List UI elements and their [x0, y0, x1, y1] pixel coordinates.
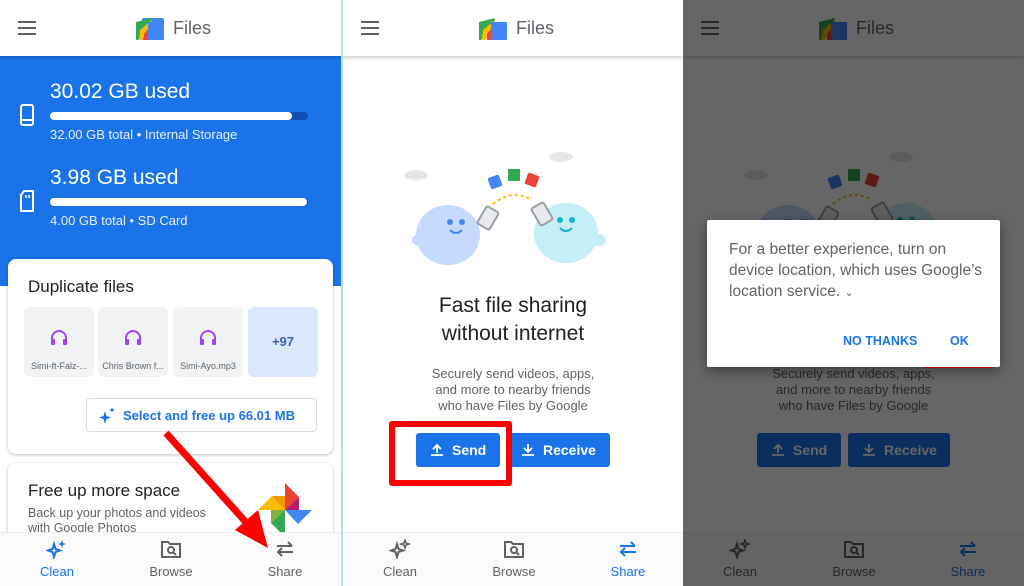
no-thanks-button[interactable]: NO THANKS: [843, 334, 917, 348]
receive-button[interactable]: Receive: [507, 433, 610, 467]
send-highlight-annotation: [389, 421, 512, 486]
menu-icon[interactable]: [361, 21, 379, 35]
share-subtitle-line: who have Files by Google: [438, 398, 588, 413]
folder-search-icon: [504, 541, 524, 558]
nav-browse[interactable]: Browse: [457, 533, 571, 586]
dialog-message-text: For a better experience, turn on device …: [729, 241, 983, 300]
nav-share-label: Share: [610, 564, 646, 579]
app-title: Files: [516, 18, 555, 38]
bottom-nav: Clean Browse Share: [343, 532, 683, 586]
share-title: Fast file sharing without internet: [343, 292, 683, 348]
file-sharing-illustration: [404, 152, 606, 265]
app-bar: Files: [343, 0, 683, 56]
swap-arrows-icon: [619, 541, 636, 557]
nav-browse-label: Browse: [492, 564, 536, 579]
share-title-line-1: Fast file sharing: [438, 294, 588, 317]
dialog-message: For a better experience, turn on device …: [729, 239, 989, 304]
nav-clean[interactable]: Clean: [343, 533, 457, 586]
ok-button[interactable]: OK: [950, 334, 969, 348]
share-subtitle-line: and more to nearby friends: [435, 382, 591, 397]
nav-clean-label: Clean: [383, 564, 417, 579]
red-arrow-annotation: [163, 430, 268, 548]
panel-share: Files Fast file sharing without internet…: [341, 0, 683, 586]
nav-share[interactable]: Share: [571, 533, 683, 586]
share-subtitle: Securely send videos, apps, and more to …: [343, 366, 683, 414]
share-title-line-2: without internet: [441, 322, 585, 345]
panel-clean: Files 30.02 GB used 32.00 GB total • Int…: [0, 0, 341, 586]
receive-label: Receive: [543, 442, 596, 458]
download-icon: [522, 444, 534, 456]
location-dialog: For a better experience, turn on device …: [707, 220, 1000, 367]
expand-chevron-icon[interactable]: ⌄: [844, 287, 853, 299]
sparkle-icon: [389, 539, 411, 559]
files-logo-icon: [479, 18, 507, 40]
share-subtitle-line: Securely send videos, apps,: [431, 366, 595, 381]
panel-share-location-dialog: Files Securely send videos, apps, and mo…: [683, 0, 1024, 586]
